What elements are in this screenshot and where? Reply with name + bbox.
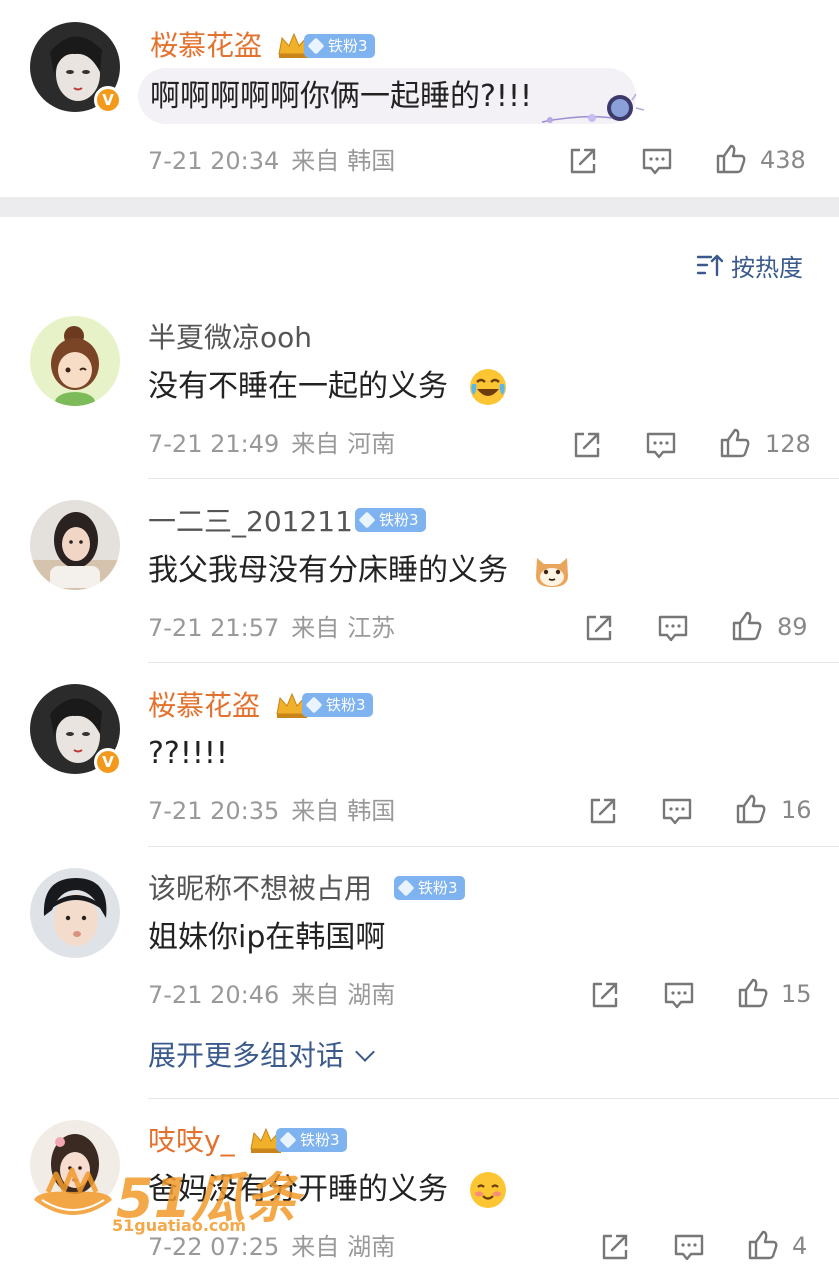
sort-icon — [696, 254, 723, 277]
section-divider — [0, 197, 839, 217]
watermark-logo: 51瓜条 51guatiao.com — [28, 1160, 299, 1240]
diamond-icon — [305, 696, 323, 714]
fan-badge: 铁粉3 — [276, 1128, 347, 1152]
reply-username[interactable]: 桜慕花盗 — [148, 688, 260, 724]
like-icon[interactable] — [714, 142, 748, 176]
fan-badge: 铁粉3 — [355, 508, 426, 532]
reply-text: 姐妹你ip在韩国啊 — [148, 920, 386, 955]
comment-icon[interactable] — [662, 978, 696, 1012]
reply-text: 没有不睡在一起的义务 — [148, 369, 448, 404]
laugh-cry-emoji — [468, 367, 508, 407]
row-divider — [148, 478, 839, 479]
avatar-reply-4[interactable] — [30, 868, 120, 958]
diamond-icon — [307, 37, 325, 55]
comment-icon[interactable] — [656, 611, 690, 645]
verified-badge: V — [94, 86, 122, 114]
diamond-icon — [397, 879, 415, 897]
like-count: 15 — [781, 980, 812, 1008]
reply-meta: 7-21 21:49 来自 河南 — [148, 430, 396, 458]
sort-button[interactable]: 按热度 — [695, 248, 803, 282]
comment-time: 7-21 20:34 — [148, 147, 280, 175]
row-divider — [148, 1098, 839, 1099]
like-icon[interactable] — [734, 792, 768, 826]
fan-badge: 铁粉3 — [302, 693, 373, 717]
share-icon[interactable] — [582, 611, 616, 645]
comment-location: 韩国 — [347, 147, 396, 175]
comment-icon[interactable] — [640, 144, 674, 178]
reply-username[interactable]: 该昵称不想被占用 — [148, 871, 372, 907]
reply-meta: 7-21 20:35 来自 韩国 — [148, 797, 396, 825]
avatar-reply-1[interactable] — [30, 316, 120, 406]
reply-text: ??!!!! — [148, 736, 228, 771]
reply-meta: 7-21 21:57 来自 江苏 — [148, 614, 396, 642]
expand-more-conversations[interactable]: 展开更多组对话 — [148, 1038, 375, 1074]
top-comment-username[interactable]: 桜慕花盗 — [150, 28, 262, 64]
chevron-down-icon — [355, 1042, 375, 1062]
like-count: 89 — [777, 613, 808, 641]
share-icon[interactable] — [586, 794, 620, 828]
decorative-bubble-ornament — [541, 93, 645, 123]
share-icon[interactable] — [566, 144, 600, 178]
reply-text: 我父我母没有分床睡的义务 — [148, 553, 508, 588]
fan-badge: 铁粉3 — [304, 34, 375, 58]
sort-label: 按热度 — [731, 253, 803, 282]
like-count: 438 — [760, 146, 806, 174]
comment-icon[interactable] — [644, 428, 678, 462]
share-icon[interactable] — [598, 1230, 632, 1264]
shy-smile-emoji — [468, 1170, 508, 1210]
like-icon[interactable] — [746, 1228, 780, 1262]
like-count: 16 — [781, 796, 812, 824]
diamond-icon — [358, 511, 376, 529]
cat-emoji — [532, 550, 572, 590]
like-count: 128 — [765, 430, 811, 458]
watermark-site: 51guatiao.com — [112, 1216, 247, 1235]
diamond-icon — [279, 1131, 297, 1149]
share-icon[interactable] — [570, 428, 604, 462]
fan-badge: 铁粉3 — [394, 876, 465, 900]
like-icon[interactable] — [718, 426, 752, 460]
comment-icon[interactable] — [672, 1230, 706, 1264]
watermark-melon-icon — [34, 1167, 112, 1215]
verified-badge: V — [94, 748, 122, 776]
avatar-reply-2[interactable] — [30, 500, 120, 590]
from-label: 来自 — [291, 147, 340, 175]
reply-username[interactable]: 一二三_201211 — [148, 504, 353, 540]
comment-icon[interactable] — [660, 794, 694, 828]
reply-meta: 7-21 20:46 来自 湖南 — [148, 981, 396, 1009]
share-icon[interactable] — [588, 978, 622, 1012]
row-divider — [148, 662, 839, 663]
reply-username[interactable]: 半夏微凉ooh — [148, 320, 312, 356]
like-icon[interactable] — [730, 609, 764, 643]
like-icon[interactable] — [736, 976, 770, 1010]
top-comment-text: 啊啊啊啊啊你俩一起睡的?!!! — [150, 79, 533, 114]
top-comment-meta: 7-21 20:34 来自 韩国 — [148, 145, 395, 177]
like-count: 4 — [792, 1232, 808, 1260]
row-divider — [148, 846, 839, 847]
